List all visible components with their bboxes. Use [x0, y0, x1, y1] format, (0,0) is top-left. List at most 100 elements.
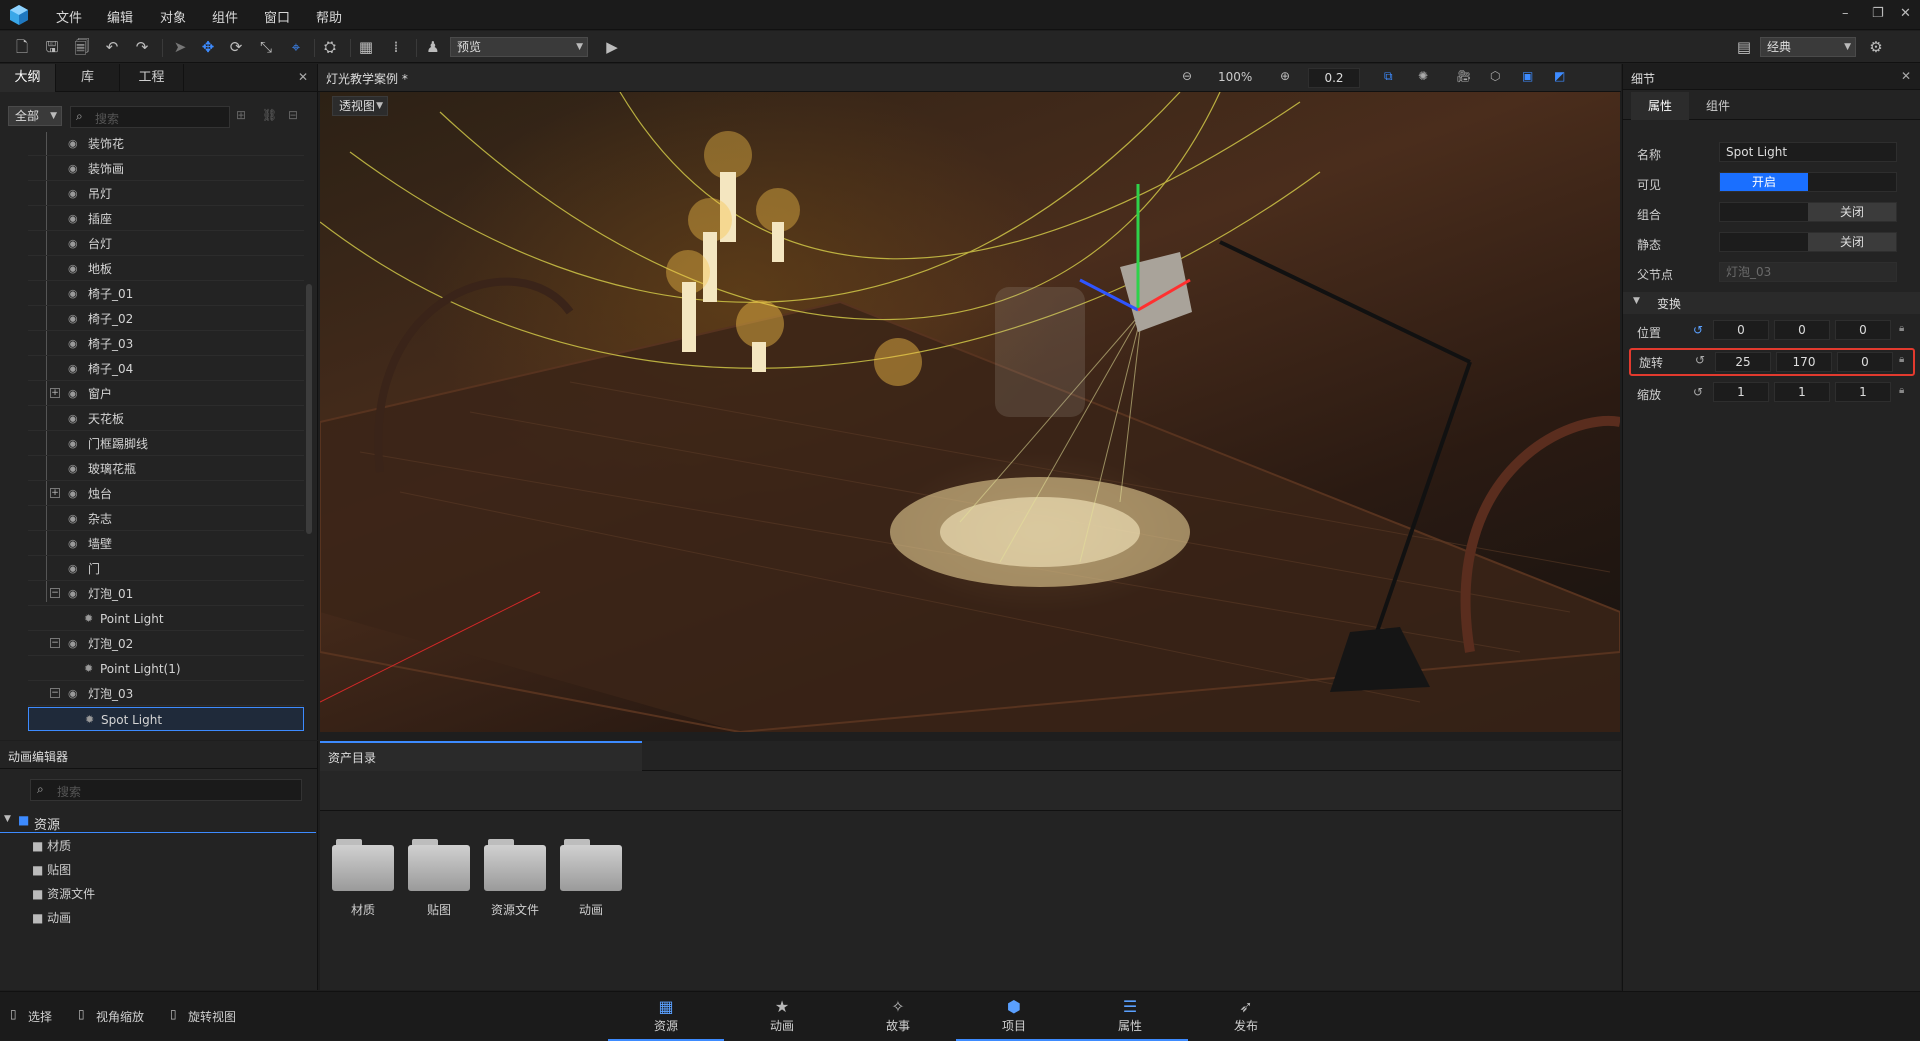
tab-asset-catalog[interactable]: 资产目录	[320, 741, 642, 771]
reset-icon[interactable]: ↺	[1695, 353, 1705, 367]
snap-value-field[interactable]: 0.2	[1308, 68, 1360, 88]
move-tool-icon[interactable]: ✥	[198, 37, 218, 57]
rotation-z[interactable]: 0	[1837, 352, 1893, 372]
name-field[interactable]: Spot Light	[1719, 142, 1897, 162]
save-icon[interactable]: 🖫	[42, 37, 62, 57]
tree-row[interactable]: ◉ 玻璃花瓶	[28, 457, 304, 481]
close-panel-icon[interactable]: ✕	[298, 70, 308, 84]
tree-row[interactable]: ◉ 装饰画	[28, 157, 304, 181]
visibility-icon[interactable]: ◉	[68, 382, 78, 406]
tree-child-resource-files[interactable]: ■ 资源文件	[32, 885, 95, 909]
visibility-icon[interactable]: ◉	[68, 182, 78, 206]
folder-resource-files[interactable]	[484, 837, 546, 891]
bottom-tab-animation[interactable]: ★ 动画	[724, 992, 840, 1041]
tab-properties[interactable]: 属性	[1631, 92, 1689, 120]
position-y[interactable]: 0	[1774, 320, 1830, 340]
transform-section-header[interactable]: ▼ 变换	[1623, 292, 1920, 314]
tree-child-material[interactable]: ■ 材质	[32, 837, 95, 861]
tree-row[interactable]: ◉ 椅子_01	[28, 282, 304, 306]
menu-edit[interactable]: 编辑	[107, 7, 133, 26]
visibility-icon[interactable]: ◉	[68, 132, 78, 156]
visibility-icon[interactable]: ◉	[68, 507, 78, 531]
visibility-icon[interactable]: ◉	[68, 457, 78, 481]
visibility-icon[interactable]: ◉	[68, 357, 78, 381]
tree-row[interactable]: ✹ Point Light(1)	[28, 657, 304, 681]
visibility-icon[interactable]: ◉	[68, 632, 78, 656]
visible-toggle[interactable]: 开启	[1719, 172, 1897, 192]
collapse-icon[interactable]: −	[50, 638, 60, 648]
lock-icon[interactable]: 🔒︎	[1899, 354, 1904, 365]
resource-tree-root[interactable]: ▼ ■ 资源	[0, 811, 316, 833]
new-file-icon[interactable]: 🗋	[12, 37, 32, 57]
tree-row[interactable]: − ◉ 灯泡_03	[28, 682, 304, 706]
visibility-icon[interactable]: ◉	[68, 307, 78, 331]
tree-row[interactable]: ◉ 装饰花	[28, 132, 304, 156]
tree-row[interactable]: ◉ 杂志	[28, 507, 304, 531]
reset-icon[interactable]: ↺	[1693, 323, 1703, 337]
rotation-x[interactable]: 25	[1715, 352, 1771, 372]
tree-row[interactable]: ◉ 天花板	[28, 407, 304, 431]
folder-animation[interactable]	[560, 837, 622, 891]
lock-icon[interactable]: 🔒︎	[1899, 323, 1904, 334]
hierarchy-icon[interactable]: ⊞	[236, 108, 246, 122]
anim-search-input[interactable]: ⌕ 搜索	[30, 779, 302, 801]
tree-row[interactable]: ◉ 椅子_02	[28, 307, 304, 331]
cube-icon[interactable]: ⬡	[1490, 69, 1500, 83]
scene-viewport[interactable]: 透视图 ▼	[320, 92, 1620, 732]
player-icon[interactable]: ♟	[423, 37, 443, 57]
tree-row[interactable]: ◉ 地板	[28, 257, 304, 281]
minimize-icon[interactable]: –	[1842, 6, 1849, 21]
outline-search-input[interactable]: ⌕ 搜索	[70, 106, 230, 128]
folder-material[interactable]	[332, 837, 394, 891]
dot-grid-icon[interactable]: ⁞	[386, 37, 406, 57]
grid-icon[interactable]: ▦	[356, 37, 376, 57]
visibility-icon[interactable]: ◉	[68, 282, 78, 306]
scale-y[interactable]: 1	[1774, 382, 1830, 402]
rotate-tool-icon[interactable]: ⟳	[226, 37, 246, 57]
outline-filter-dropdown[interactable]: 全部 ▼	[8, 106, 62, 126]
tree-row[interactable]: + ◉ 窗户	[28, 382, 304, 406]
visibility-icon[interactable]: ◉	[68, 207, 78, 231]
tree-row[interactable]: ◉ 椅子_04	[28, 357, 304, 381]
folder-texture[interactable]	[408, 837, 470, 891]
group-toggle[interactable]: 关闭	[1719, 202, 1897, 222]
rotation-y[interactable]: 170	[1776, 352, 1832, 372]
redo-icon[interactable]: ↷	[132, 37, 152, 57]
select-tool-icon[interactable]: ➤	[170, 37, 190, 57]
bottom-tab-assets[interactable]: ▦ 资源	[608, 992, 724, 1041]
undo-icon[interactable]: ↶	[102, 37, 122, 57]
visibility-icon[interactable]: ◉	[68, 232, 78, 256]
save-all-icon[interactable]: 🗐	[72, 37, 92, 57]
render-mode-icon[interactable]: ▣	[1522, 69, 1533, 83]
transform-space-icon[interactable]: ⌖	[286, 37, 306, 57]
bottom-tab-properties[interactable]: ☰ 属性	[1072, 992, 1188, 1041]
collapse-icon[interactable]: ⊟	[288, 108, 298, 122]
link-icon[interactable]: ⛓	[262, 108, 277, 122]
tab-project[interactable]: 工程	[120, 64, 184, 92]
visibility-icon[interactable]: ◉	[68, 407, 78, 431]
visibility-icon[interactable]: ◉	[68, 257, 78, 281]
preview-dropdown[interactable]: 预览 ▼	[450, 37, 588, 57]
tree-row[interactable]: ◉ 门框踢脚线	[28, 432, 304, 456]
close-icon[interactable]: ✕	[1900, 6, 1911, 21]
light-icon[interactable]: ✹	[85, 708, 94, 732]
static-toggle[interactable]: 关闭	[1719, 232, 1897, 252]
tree-row[interactable]: ◉ 椅子_03	[28, 332, 304, 356]
camera-icon[interactable]: 🎥︎	[1456, 69, 1471, 83]
collapse-icon[interactable]: −	[50, 588, 60, 598]
expand-icon[interactable]: +	[50, 488, 60, 498]
tab-components[interactable]: 组件	[1689, 92, 1747, 120]
scale-z[interactable]: 1	[1835, 382, 1891, 402]
visibility-icon[interactable]: ◉	[68, 557, 78, 581]
collapse-icon[interactable]: −	[50, 688, 60, 698]
layout-icon[interactable]: ▤	[1734, 37, 1754, 57]
bottom-tab-publish[interactable]: ➶ 发布	[1188, 992, 1304, 1041]
menu-file[interactable]: 文件	[56, 7, 82, 26]
tab-library[interactable]: 库	[56, 64, 120, 92]
bottom-tab-story[interactable]: ✧ 故事	[840, 992, 956, 1041]
visibility-icon[interactable]: ◉	[68, 532, 78, 556]
visibility-icon[interactable]: ◉	[68, 432, 78, 456]
scale-tool-icon[interactable]: ⤡	[256, 37, 276, 57]
visibility-icon[interactable]: ◉	[68, 582, 78, 606]
tree-row[interactable]: ◉ 插座	[28, 207, 304, 231]
